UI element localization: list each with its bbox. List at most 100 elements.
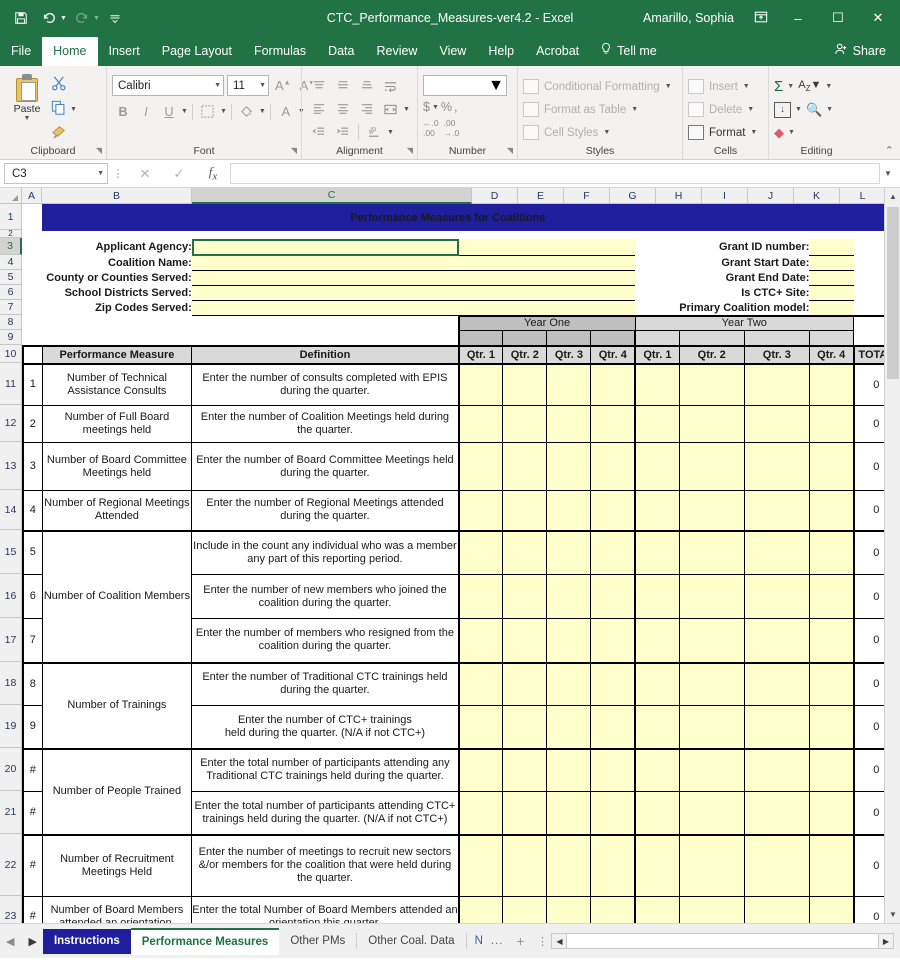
cell-y2-q4[interactable] — [808, 442, 855, 491]
paste-dropdown-icon[interactable]: ▼ — [24, 115, 31, 122]
row-header-9[interactable]: 9 — [0, 330, 22, 345]
cell-y2-q2[interactable] — [678, 442, 745, 491]
number-format-select[interactable]: ▼ — [423, 75, 507, 96]
underline-button[interactable]: U — [158, 101, 180, 122]
row-header-2[interactable]: 2 — [0, 229, 22, 238]
row-header-12[interactable]: 12 — [0, 405, 22, 442]
align-middle-icon[interactable] — [331, 76, 354, 96]
cell-y2-q1[interactable] — [634, 574, 680, 619]
cell-y2-q4[interactable] — [808, 490, 855, 531]
conditional-formatting-button[interactable]: Conditional Formatting ▼ — [523, 75, 672, 98]
find-and-select-icon[interactable]: 🔍 — [806, 102, 822, 118]
cell-y2-q3[interactable] — [743, 405, 810, 443]
copy-button[interactable]: ▼ — [51, 98, 77, 120]
cell-y2-q1[interactable] — [634, 490, 680, 531]
row-header-8[interactable]: 8 — [0, 315, 22, 330]
clipboard-dialog-launcher[interactable]: ◥ — [96, 143, 102, 158]
customize-quick-access-icon[interactable] — [102, 5, 128, 31]
cell-y2-q1[interactable] — [634, 405, 680, 443]
vertical-scrollbar[interactable]: ▲ ▼ — [884, 188, 900, 923]
row-header-5[interactable]: 5 — [0, 270, 22, 285]
cell-y1-q2[interactable] — [502, 529, 548, 575]
cell-y2-q2[interactable] — [678, 574, 745, 619]
cell-y2-q4[interactable] — [808, 791, 855, 835]
cell-y1-q4[interactable] — [590, 618, 636, 663]
cell-y2-q2[interactable] — [678, 896, 745, 923]
cell-y1-q1[interactable] — [457, 618, 504, 663]
align-top-icon[interactable] — [307, 76, 330, 96]
font-color-button[interactable]: A — [275, 101, 297, 122]
cell-y2-q1[interactable] — [634, 896, 680, 923]
sheet-tab-resize-handle[interactable]: ⋮ — [533, 935, 551, 948]
cell-y2-q3[interactable] — [743, 791, 810, 835]
cell-y1-q2[interactable] — [502, 661, 548, 706]
fill-icon[interactable]: ↓ — [774, 101, 791, 118]
input-county-or-counties-served[interactable] — [191, 270, 636, 286]
cell-y2-q3[interactable] — [743, 833, 810, 897]
cell-y1-q3[interactable] — [546, 574, 592, 619]
name-box-resize-handle[interactable]: ⋮ — [108, 167, 128, 180]
borders-dropdown-icon[interactable]: ▼ — [220, 108, 227, 115]
next-sheet-icon[interactable]: ▶ — [28, 935, 36, 948]
cell-y2-q3[interactable] — [743, 896, 810, 923]
tab-page-layout[interactable]: Page Layout — [151, 37, 243, 66]
row-header-15[interactable]: 15 — [0, 530, 22, 574]
tab-help[interactable]: Help — [477, 37, 525, 66]
row-header-16[interactable]: 16 — [0, 574, 22, 618]
bold-button[interactable]: B — [112, 101, 134, 122]
row-header-3[interactable]: 3 — [0, 238, 22, 255]
vertical-scroll-thumb[interactable] — [887, 207, 899, 379]
cell-y2-q2[interactable] — [678, 405, 745, 443]
cell-y1-q2[interactable] — [502, 490, 548, 531]
row-header-4[interactable]: 4 — [0, 255, 22, 270]
cell-y2-q2[interactable] — [678, 490, 745, 531]
cell-y1-q3[interactable] — [546, 833, 592, 897]
account-name[interactable]: Amarillo, Sophia — [633, 11, 744, 25]
input-school-districts-served[interactable] — [191, 285, 636, 301]
scroll-down-icon[interactable]: ▼ — [885, 906, 900, 923]
cell-y1-q2[interactable] — [502, 574, 548, 619]
cell-y1-q4[interactable] — [590, 705, 636, 749]
cell-y1-q4[interactable] — [590, 574, 636, 619]
column-header-A[interactable]: A — [22, 188, 42, 204]
font-dialog-launcher[interactable]: ◥ — [291, 143, 297, 158]
row-header-18[interactable]: 18 — [0, 662, 22, 705]
merge-dropdown-icon[interactable]: ▼ — [403, 106, 410, 113]
borders-icon[interactable] — [197, 101, 219, 122]
cell-y1-q1[interactable] — [457, 490, 504, 531]
decrease-decimal-icon[interactable]: ←.0.00 — [423, 118, 439, 138]
cell-y2-q3[interactable] — [743, 442, 810, 491]
minimize-button[interactable]: – — [778, 0, 818, 36]
find-dropdown-icon[interactable]: ▼ — [826, 106, 833, 113]
underline-dropdown-icon[interactable]: ▼ — [181, 108, 188, 115]
tab-file[interactable]: File — [0, 37, 42, 66]
input-applicant-agency-overflow[interactable] — [458, 238, 636, 256]
cell-y2-q1[interactable] — [634, 705, 680, 749]
tab-data[interactable]: Data — [317, 37, 365, 66]
cell-y2-q4[interactable] — [808, 574, 855, 619]
cell-y1-q1[interactable] — [457, 833, 504, 897]
increase-font-size-button[interactable]: A▲ — [272, 78, 294, 93]
row-header-7[interactable]: 7 — [0, 300, 22, 315]
cell-y1-q1[interactable] — [457, 574, 504, 619]
orientation-dropdown-icon[interactable]: ▼ — [387, 129, 394, 136]
autosum-dropdown-icon[interactable]: ▼ — [787, 83, 794, 90]
cell-y1-q4[interactable] — [590, 529, 636, 575]
wrap-text-icon[interactable] — [379, 76, 402, 96]
cell-y2-q2[interactable] — [678, 705, 745, 749]
increase-indent-icon[interactable] — [331, 122, 354, 142]
cell-y2-q4[interactable] — [808, 747, 855, 792]
sheet-tab-other-pms[interactable]: Other PMs — [279, 928, 357, 954]
cell-y2-q3[interactable] — [743, 574, 810, 619]
cell-y1-q3[interactable] — [546, 490, 592, 531]
redo-icon[interactable] — [69, 5, 95, 31]
enter-icon[interactable]: ✓ — [162, 166, 196, 182]
input-primary-coalition-model[interactable] — [809, 300, 854, 316]
align-bottom-icon[interactable] — [355, 76, 378, 96]
tab-acrobat[interactable]: Acrobat — [525, 37, 590, 66]
column-header-L[interactable]: L — [840, 188, 886, 204]
cell-y2-q2[interactable] — [678, 529, 745, 575]
row-header-22[interactable]: 22 — [0, 834, 22, 896]
insert-function-icon[interactable]: fx — [196, 164, 230, 183]
scroll-right-icon[interactable]: ▶ — [878, 933, 894, 949]
